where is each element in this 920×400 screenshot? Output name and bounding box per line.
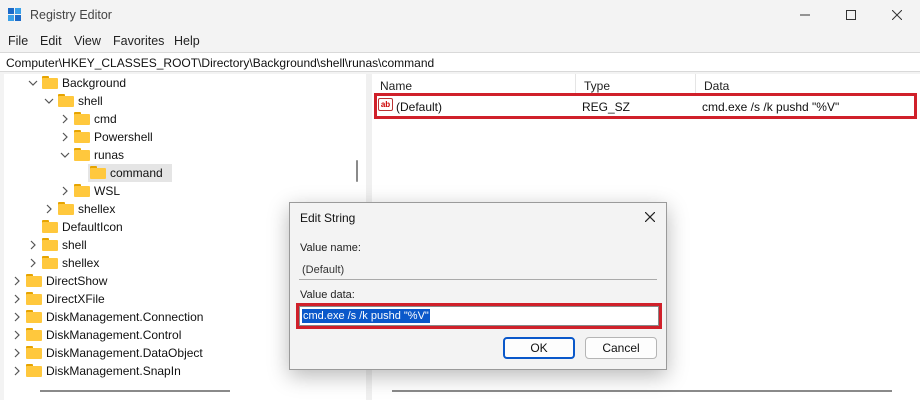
chevron-down-icon[interactable] <box>60 150 70 160</box>
chevron-down-icon[interactable] <box>28 78 38 88</box>
cancel-button[interactable]: Cancel <box>585 337 657 359</box>
dialog-title: Edit String <box>300 211 356 225</box>
menu-edit[interactable]: Edit <box>40 34 62 48</box>
chevron-right-icon[interactable] <box>12 276 22 286</box>
chevron-right-icon[interactable] <box>12 366 22 376</box>
maximize-icon <box>846 10 856 20</box>
minimize-button[interactable] <box>782 0 828 30</box>
tree-item-label: cmd <box>94 112 117 126</box>
column-header-name[interactable]: Name <box>372 74 576 94</box>
dialog-close-button[interactable] <box>640 207 660 227</box>
registry-editor-icon <box>8 8 22 22</box>
tree-item-label: WSL <box>94 184 121 198</box>
ok-button[interactable]: OK <box>503 337 575 359</box>
tree-item-label: shell <box>78 94 103 108</box>
title-bar: Registry Editor <box>0 0 920 30</box>
value-name-label: Value name: <box>300 242 361 254</box>
chevron-right-icon[interactable] <box>12 312 22 322</box>
folder-icon <box>74 184 90 197</box>
tree-item-label: runas <box>94 148 125 162</box>
row-highlight-annotation <box>374 93 917 119</box>
folder-icon <box>26 364 42 377</box>
tree-item-label: DefaultIcon <box>62 220 123 234</box>
folder-icon <box>74 148 90 161</box>
menu-file[interactable]: File <box>8 34 28 48</box>
close-icon <box>891 9 903 21</box>
chevron-down-icon[interactable] <box>44 96 54 106</box>
folder-icon <box>58 202 74 215</box>
tree-item-label: shellex <box>78 202 116 216</box>
chevron-right-icon[interactable] <box>28 240 38 250</box>
close-icon <box>644 211 656 223</box>
maximize-button[interactable] <box>828 0 874 30</box>
window-title: Registry Editor <box>30 8 112 22</box>
column-header-type[interactable]: Type <box>576 74 696 94</box>
column-header-data[interactable]: Data <box>696 74 920 94</box>
folder-icon <box>26 346 42 359</box>
folder-icon <box>26 310 42 323</box>
tree-item-label: DirectShow <box>46 274 108 288</box>
address-path[interactable]: Computer\HKEY_CLASSES_ROOT\Directory\Bac… <box>6 56 434 70</box>
menu-help[interactable]: Help <box>174 34 200 48</box>
tree-horizontal-scrollbar[interactable] <box>40 390 230 392</box>
address-bar[interactable]: Computer\HKEY_CLASSES_ROOT\Directory\Bac… <box>0 52 920 72</box>
folder-icon <box>42 256 58 269</box>
tree-item-label: Background <box>62 76 127 90</box>
tree-item-label: DiskManagement.Connection <box>46 310 204 324</box>
chevron-right-icon[interactable] <box>60 132 70 142</box>
folder-icon <box>90 166 106 179</box>
value-name-field: (Default) <box>299 262 657 280</box>
folder-icon <box>26 328 42 341</box>
edit-string-dialog: Edit String Value name: (Default) Value … <box>289 202 667 370</box>
list-scrollbar-thumb[interactable] <box>392 390 892 392</box>
chevron-right-icon[interactable] <box>12 330 22 340</box>
chevron-right-icon[interactable] <box>12 348 22 358</box>
folder-icon <box>58 94 74 107</box>
minimize-icon <box>800 14 810 16</box>
list-horizontal-scrollbar[interactable] <box>372 384 920 400</box>
tree-item-label: DiskManagement.SnapIn <box>46 364 181 378</box>
chevron-right-icon[interactable] <box>60 114 70 124</box>
chevron-right-icon[interactable] <box>44 204 54 214</box>
tree-item-label: DirectXFile <box>46 292 105 306</box>
chevron-right-icon[interactable] <box>12 294 22 304</box>
folder-icon <box>26 292 42 305</box>
folder-icon <box>74 112 90 125</box>
menu-favorites[interactable]: Favorites <box>113 34 164 48</box>
tree-item-label: Powershell <box>94 130 153 144</box>
value-data-label: Value data: <box>300 289 355 301</box>
input-highlight-annotation <box>296 303 662 329</box>
folder-icon <box>42 238 58 251</box>
folder-icon <box>42 220 58 233</box>
folder-icon <box>74 130 90 143</box>
chevron-right-icon[interactable] <box>28 258 38 268</box>
menu-bar: File Edit View Favorites Help <box>0 30 920 52</box>
tree-item-label: shell <box>62 238 87 252</box>
tree-scrollbar-thumb[interactable] <box>356 160 358 182</box>
tree-item-label: command <box>110 166 163 180</box>
tree-item-label: shellex <box>62 256 100 270</box>
close-button[interactable] <box>874 0 920 30</box>
chevron-right-icon[interactable] <box>60 186 70 196</box>
menu-view[interactable]: View <box>74 34 101 48</box>
tree-item-label: DiskManagement.DataObject <box>46 346 203 360</box>
folder-icon <box>26 274 42 287</box>
tree-item-label: DiskManagement.Control <box>46 328 182 342</box>
folder-icon <box>42 76 58 89</box>
